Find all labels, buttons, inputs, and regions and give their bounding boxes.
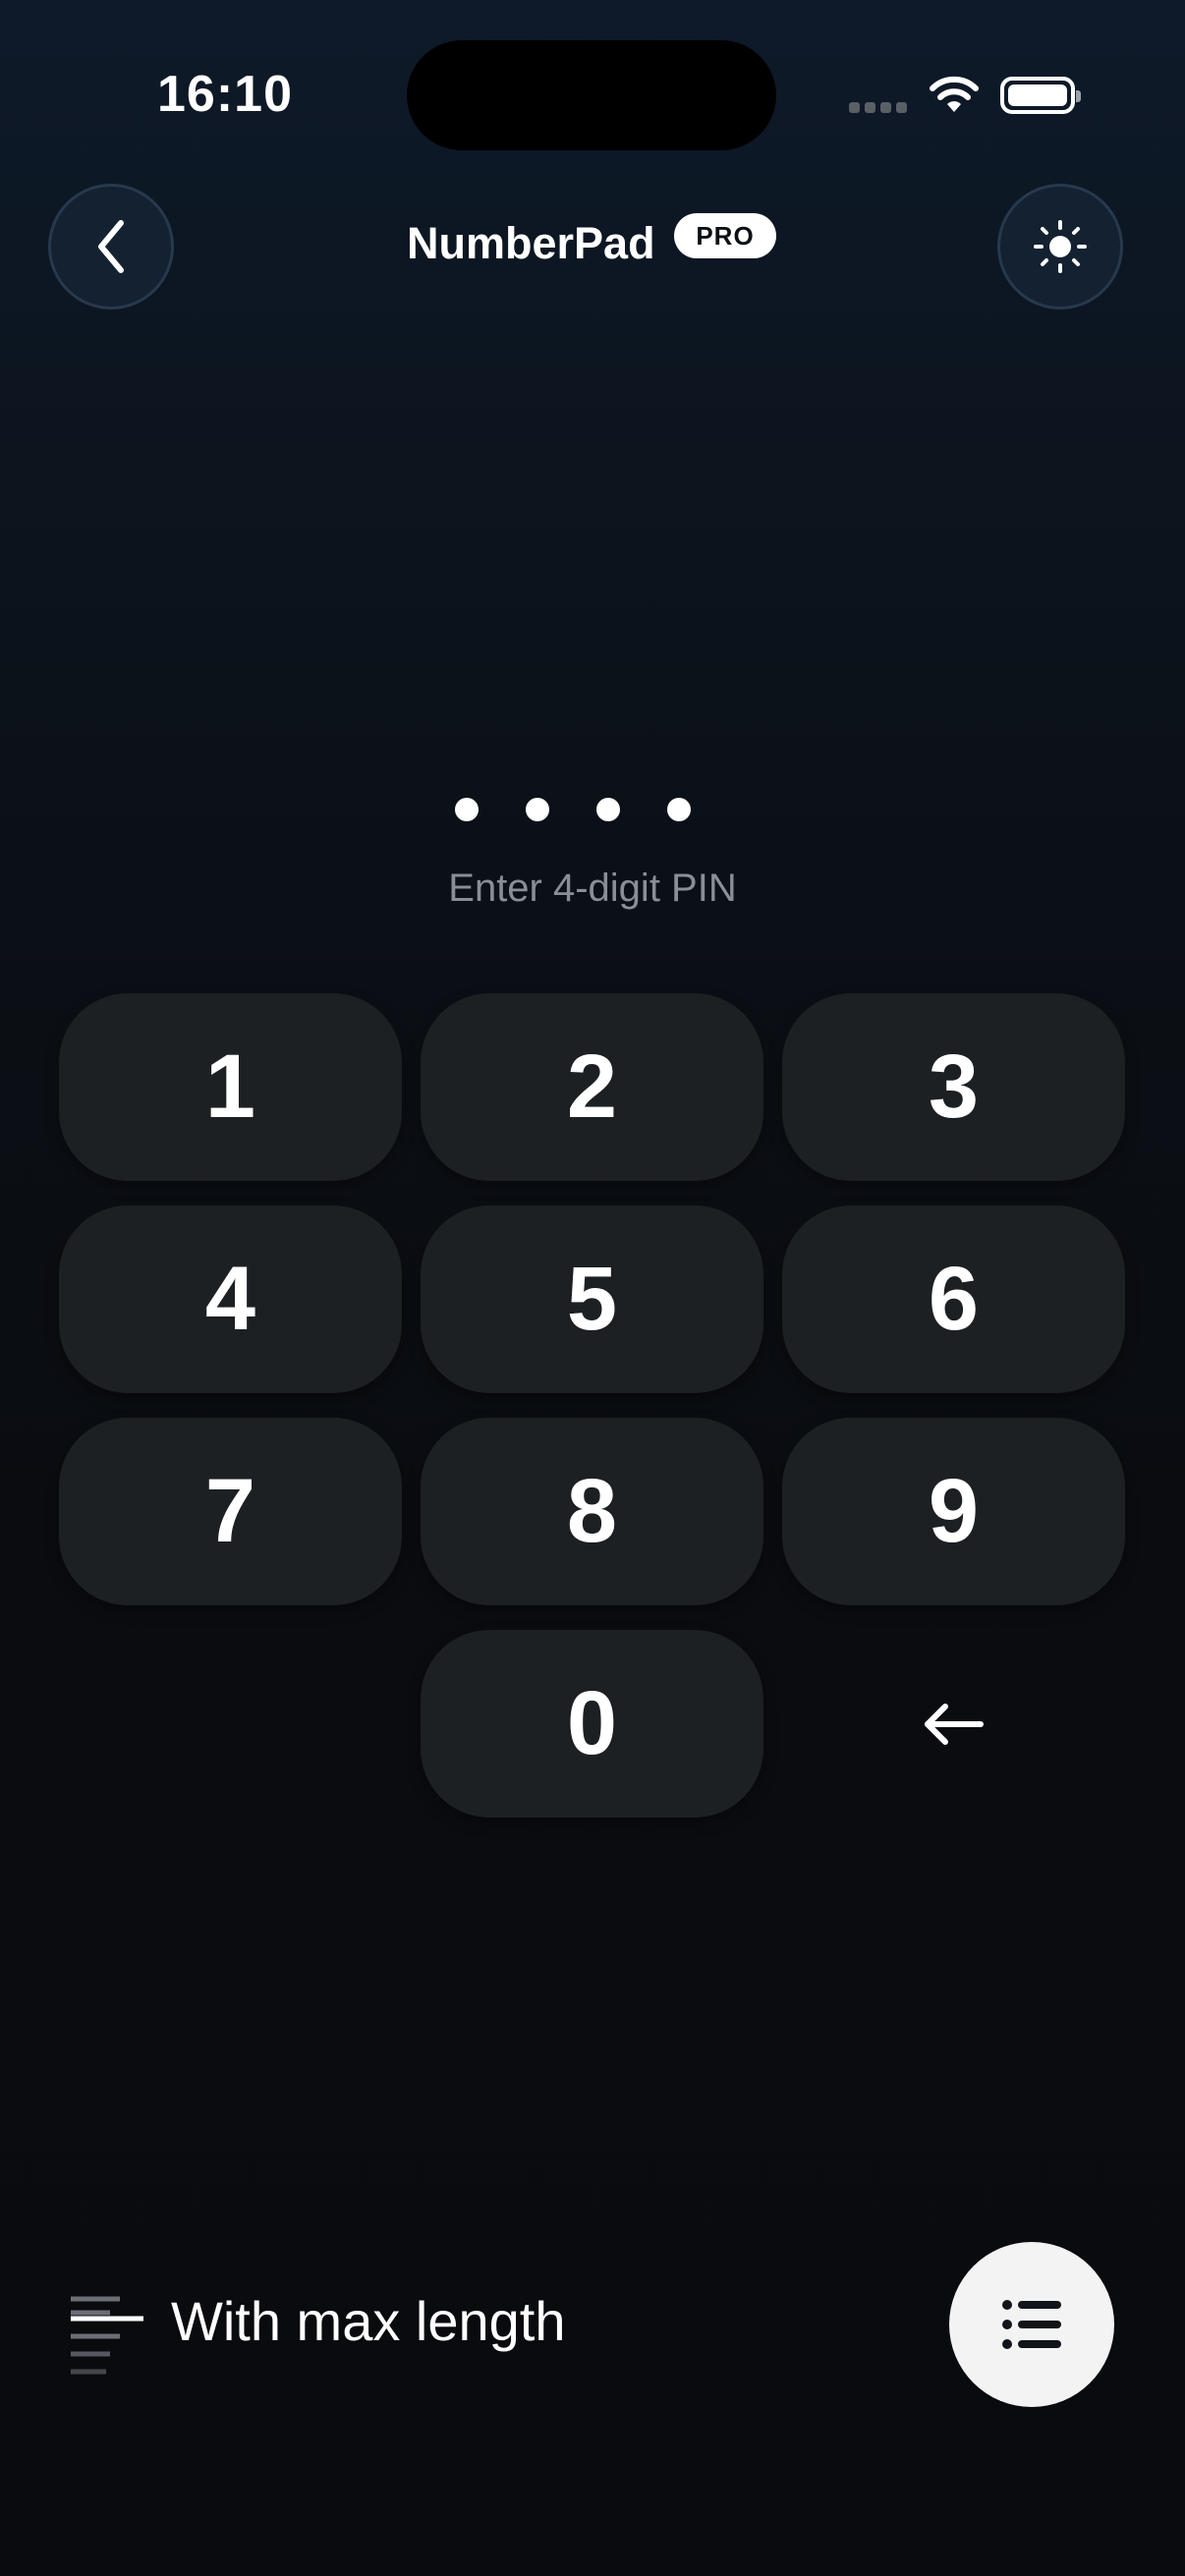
- page-title: NumberPad: [407, 218, 655, 268]
- pin-dot: [455, 798, 479, 821]
- pin-hint: Enter 4-digit PIN: [448, 867, 737, 910]
- key-0[interactable]: 0: [421, 1630, 763, 1818]
- wifi-icon: [930, 76, 979, 112]
- dynamic-island: [407, 40, 776, 150]
- back-button[interactable]: [48, 184, 174, 309]
- pin-dot: [526, 798, 549, 821]
- arrow-left-icon: [924, 1703, 984, 1745]
- text-lines-icon: [71, 2296, 143, 2375]
- key-2[interactable]: 2: [421, 993, 763, 1181]
- pin-dot: [596, 798, 620, 821]
- theme-toggle-button[interactable]: [997, 184, 1123, 309]
- key-9[interactable]: 9: [782, 1418, 1125, 1605]
- examples-menu-button[interactable]: [949, 2242, 1114, 2407]
- key-4[interactable]: 4: [59, 1205, 402, 1393]
- status-time: 16:10: [157, 66, 293, 123]
- list-icon: [1002, 2300, 1061, 2349]
- battery-icon: [1000, 77, 1081, 114]
- mode-label: With max length: [171, 2290, 566, 2352]
- key-1[interactable]: 1: [59, 993, 402, 1181]
- backspace-button[interactable]: [782, 1630, 1125, 1818]
- pro-badge: PRO: [674, 213, 776, 258]
- key-7[interactable]: 7: [59, 1418, 402, 1605]
- sun-icon: [1034, 220, 1087, 273]
- key-5[interactable]: 5: [421, 1205, 763, 1393]
- key-8[interactable]: 8: [421, 1418, 763, 1605]
- key-6[interactable]: 6: [782, 1205, 1125, 1393]
- chevron-left-icon: [98, 220, 124, 273]
- pin-dots: [455, 798, 691, 821]
- key-3[interactable]: 3: [782, 993, 1125, 1181]
- cellular-signal-icon: [849, 102, 907, 113]
- pin-dot: [667, 798, 691, 821]
